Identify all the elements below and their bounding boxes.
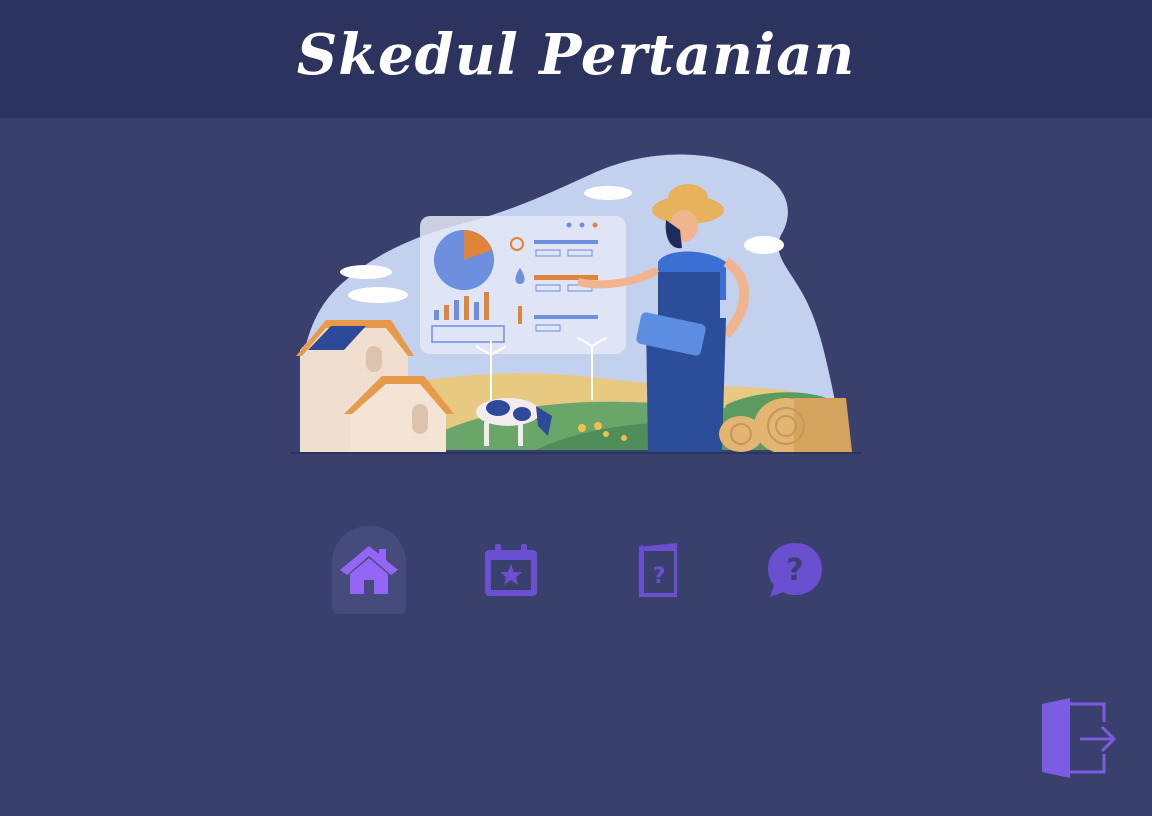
calendar-star-icon [485,544,537,596]
nav-home-button[interactable] [332,526,406,614]
question-bubble-icon: ? [768,543,822,597]
bottom-navigation: ? ? [0,526,1152,616]
nav-help-button[interactable]: ? [758,526,832,614]
help-book-icon: ? [639,543,677,597]
svg-text:?: ? [786,553,803,588]
app-header: Skedul Pertanian [0,0,1152,118]
page-title: Skedul Pertanian [296,22,856,88]
svg-text:?: ? [653,564,666,589]
farmer-dashboard-illustration [290,154,862,454]
nav-schedule-button[interactable] [474,526,548,614]
home-icon [340,546,398,594]
nav-guide-button[interactable]: ? [621,526,695,614]
logout-door-icon [1042,698,1117,778]
logout-button[interactable] [1036,696,1118,780]
